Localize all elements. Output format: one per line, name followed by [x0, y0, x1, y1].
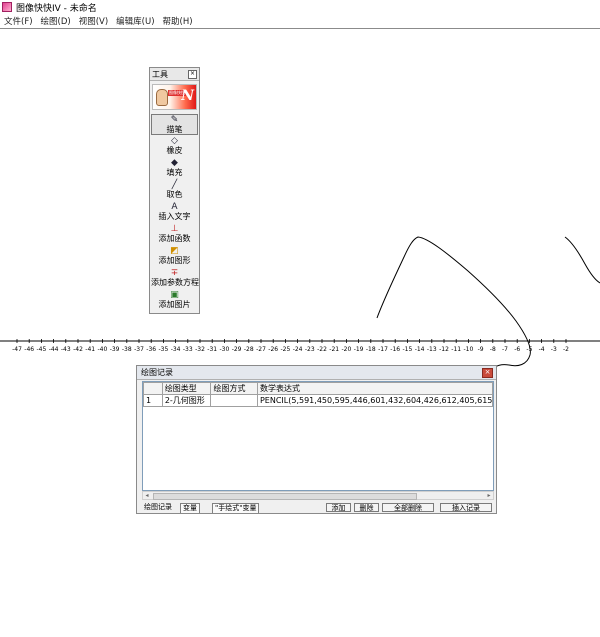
tool-label: 插入文字 — [158, 212, 191, 221]
record-footer: 绘图记录 变量 "手绘式"变量 添加 删除 全部删除 插入记录 — [142, 503, 494, 513]
column-header-expression[interactable]: 数学表达式 — [256, 382, 493, 395]
app-icon — [2, 2, 12, 12]
logo-mark: N — [181, 88, 194, 104]
tab-variables[interactable]: 变量 — [180, 503, 200, 513]
pencil-icon: ✎ — [170, 115, 179, 125]
column-header-mode[interactable]: 绘图方式 — [210, 382, 258, 395]
record-title: 绘图记录 — [141, 368, 173, 377]
app-logo: 图像快快 N — [152, 84, 197, 110]
tool-add-function[interactable]: ⊥ 添加函数 — [151, 224, 198, 245]
close-icon[interactable]: × — [482, 368, 493, 378]
close-icon[interactable]: × — [188, 70, 197, 79]
table-header-row: 绘图类型 绘图方式 数学表达式 — [143, 382, 493, 395]
scrollbar-thumb[interactable] — [153, 493, 417, 500]
tool-eraser[interactable]: ◇ 橡皮 — [151, 136, 198, 157]
tool-fill[interactable]: ◆ 填充 — [151, 158, 198, 179]
record-titlebar[interactable]: 绘图记录 × — [137, 366, 496, 380]
tool-insert-text[interactable]: A 插入文字 — [151, 202, 198, 223]
shape-icon: ◩ — [170, 246, 179, 256]
delete-all-button[interactable]: 全部删除 — [382, 503, 434, 512]
menu-bar: 文件(F) 绘图(D) 视图(V) 编辑库(U) 帮助(H) — [0, 14, 600, 27]
picture-icon: ▣ — [170, 290, 179, 300]
menu-help[interactable]: 帮助(H) — [159, 14, 197, 27]
tab-handdrawn-variables[interactable]: "手绘式"变量 — [212, 503, 260, 513]
tool-palette-title: 工具 — [152, 70, 168, 79]
row-expression[interactable]: PENCIL(5,591,450,595,446,601,432,604,426… — [256, 394, 493, 407]
add-button[interactable]: 添加 — [326, 503, 351, 512]
table-row[interactable]: 1 2-几何图形 PENCIL(5,591,450,595,446,601,43… — [143, 394, 493, 407]
tool-pencil[interactable]: ✎ 描笔 — [151, 114, 198, 135]
window-title: 图像快快IV - 未命名 — [16, 4, 97, 14]
tool-palette-titlebar[interactable]: 工具 × — [150, 68, 199, 81]
tool-label: 添加图片 — [158, 300, 191, 309]
scroll-left-icon[interactable]: ◂ — [143, 492, 151, 499]
row-type[interactable]: 2-几何图形 — [161, 394, 212, 407]
function-icon: ⊥ — [170, 224, 179, 234]
tool-palette: 工具 × 图像快快 N ✎ 描笔 ◇ 橡皮 ◆ 填充 ╱ 取色 A 插入文字 ⊥… — [149, 67, 200, 314]
tool-label: 添加图形 — [158, 256, 191, 265]
drawing-canvas[interactable]: -47 -46 -45 -44 -43 -42 -41 -40 -39 -38 -37 -36 -35-… — [0, 28, 600, 637]
insert-record-button[interactable]: 插入记录 — [440, 503, 492, 512]
tool-label: 添加参数方程 — [151, 278, 199, 287]
tab-drawing-record[interactable]: 绘图记录 — [142, 503, 174, 512]
menu-draw[interactable]: 绘图(D) — [37, 14, 75, 27]
menu-file[interactable]: 文件(F) — [0, 14, 37, 27]
text-icon: A — [171, 202, 178, 212]
menu-library[interactable]: 编辑库(U) — [112, 14, 158, 27]
tool-label: 取色 — [166, 190, 183, 199]
tool-add-picture[interactable]: ▣ 添加图片 — [151, 290, 198, 311]
scroll-right-icon[interactable]: ▸ — [485, 492, 493, 499]
tool-add-parametric[interactable]: ∓ 添加参数方程 — [151, 268, 199, 289]
tool-add-shape[interactable]: ◩ 添加图形 — [151, 246, 198, 267]
eraser-icon: ◇ — [171, 136, 178, 146]
tool-label: 添加函数 — [158, 234, 191, 243]
logo-face-icon — [156, 89, 168, 106]
row-mode[interactable] — [210, 394, 258, 407]
record-table: 绘图类型 绘图方式 数学表达式 1 2-几何图形 PENCIL(5,591,45… — [142, 381, 494, 491]
row-number: 1 — [143, 394, 163, 407]
eyedropper-icon: ╱ — [171, 180, 178, 190]
freehand-curve-layer — [376, 236, 600, 393]
freehand-stroke-2 — [564, 236, 600, 284]
horizontal-scrollbar[interactable]: ◂ ▸ — [142, 491, 494, 500]
parametric-icon: ∓ — [170, 268, 179, 278]
tool-eyedropper[interactable]: ╱ 取色 — [151, 180, 198, 201]
menu-view[interactable]: 视图(V) — [75, 14, 112, 27]
tool-label: 橡皮 — [166, 146, 183, 155]
fill-bucket-icon: ◆ — [171, 158, 178, 168]
title-bar: 图像快快IV - 未命名 — [0, 0, 600, 14]
drawing-record-window: 绘图记录 × 绘图类型 绘图方式 数学表达式 1 2-几何图形 PENCIL(5… — [136, 365, 497, 514]
column-header-index[interactable] — [143, 382, 163, 395]
tool-label: 描笔 — [166, 125, 183, 134]
tool-label: 填充 — [166, 168, 183, 177]
delete-button[interactable]: 删除 — [354, 503, 379, 512]
column-header-type[interactable]: 绘图类型 — [161, 382, 212, 395]
